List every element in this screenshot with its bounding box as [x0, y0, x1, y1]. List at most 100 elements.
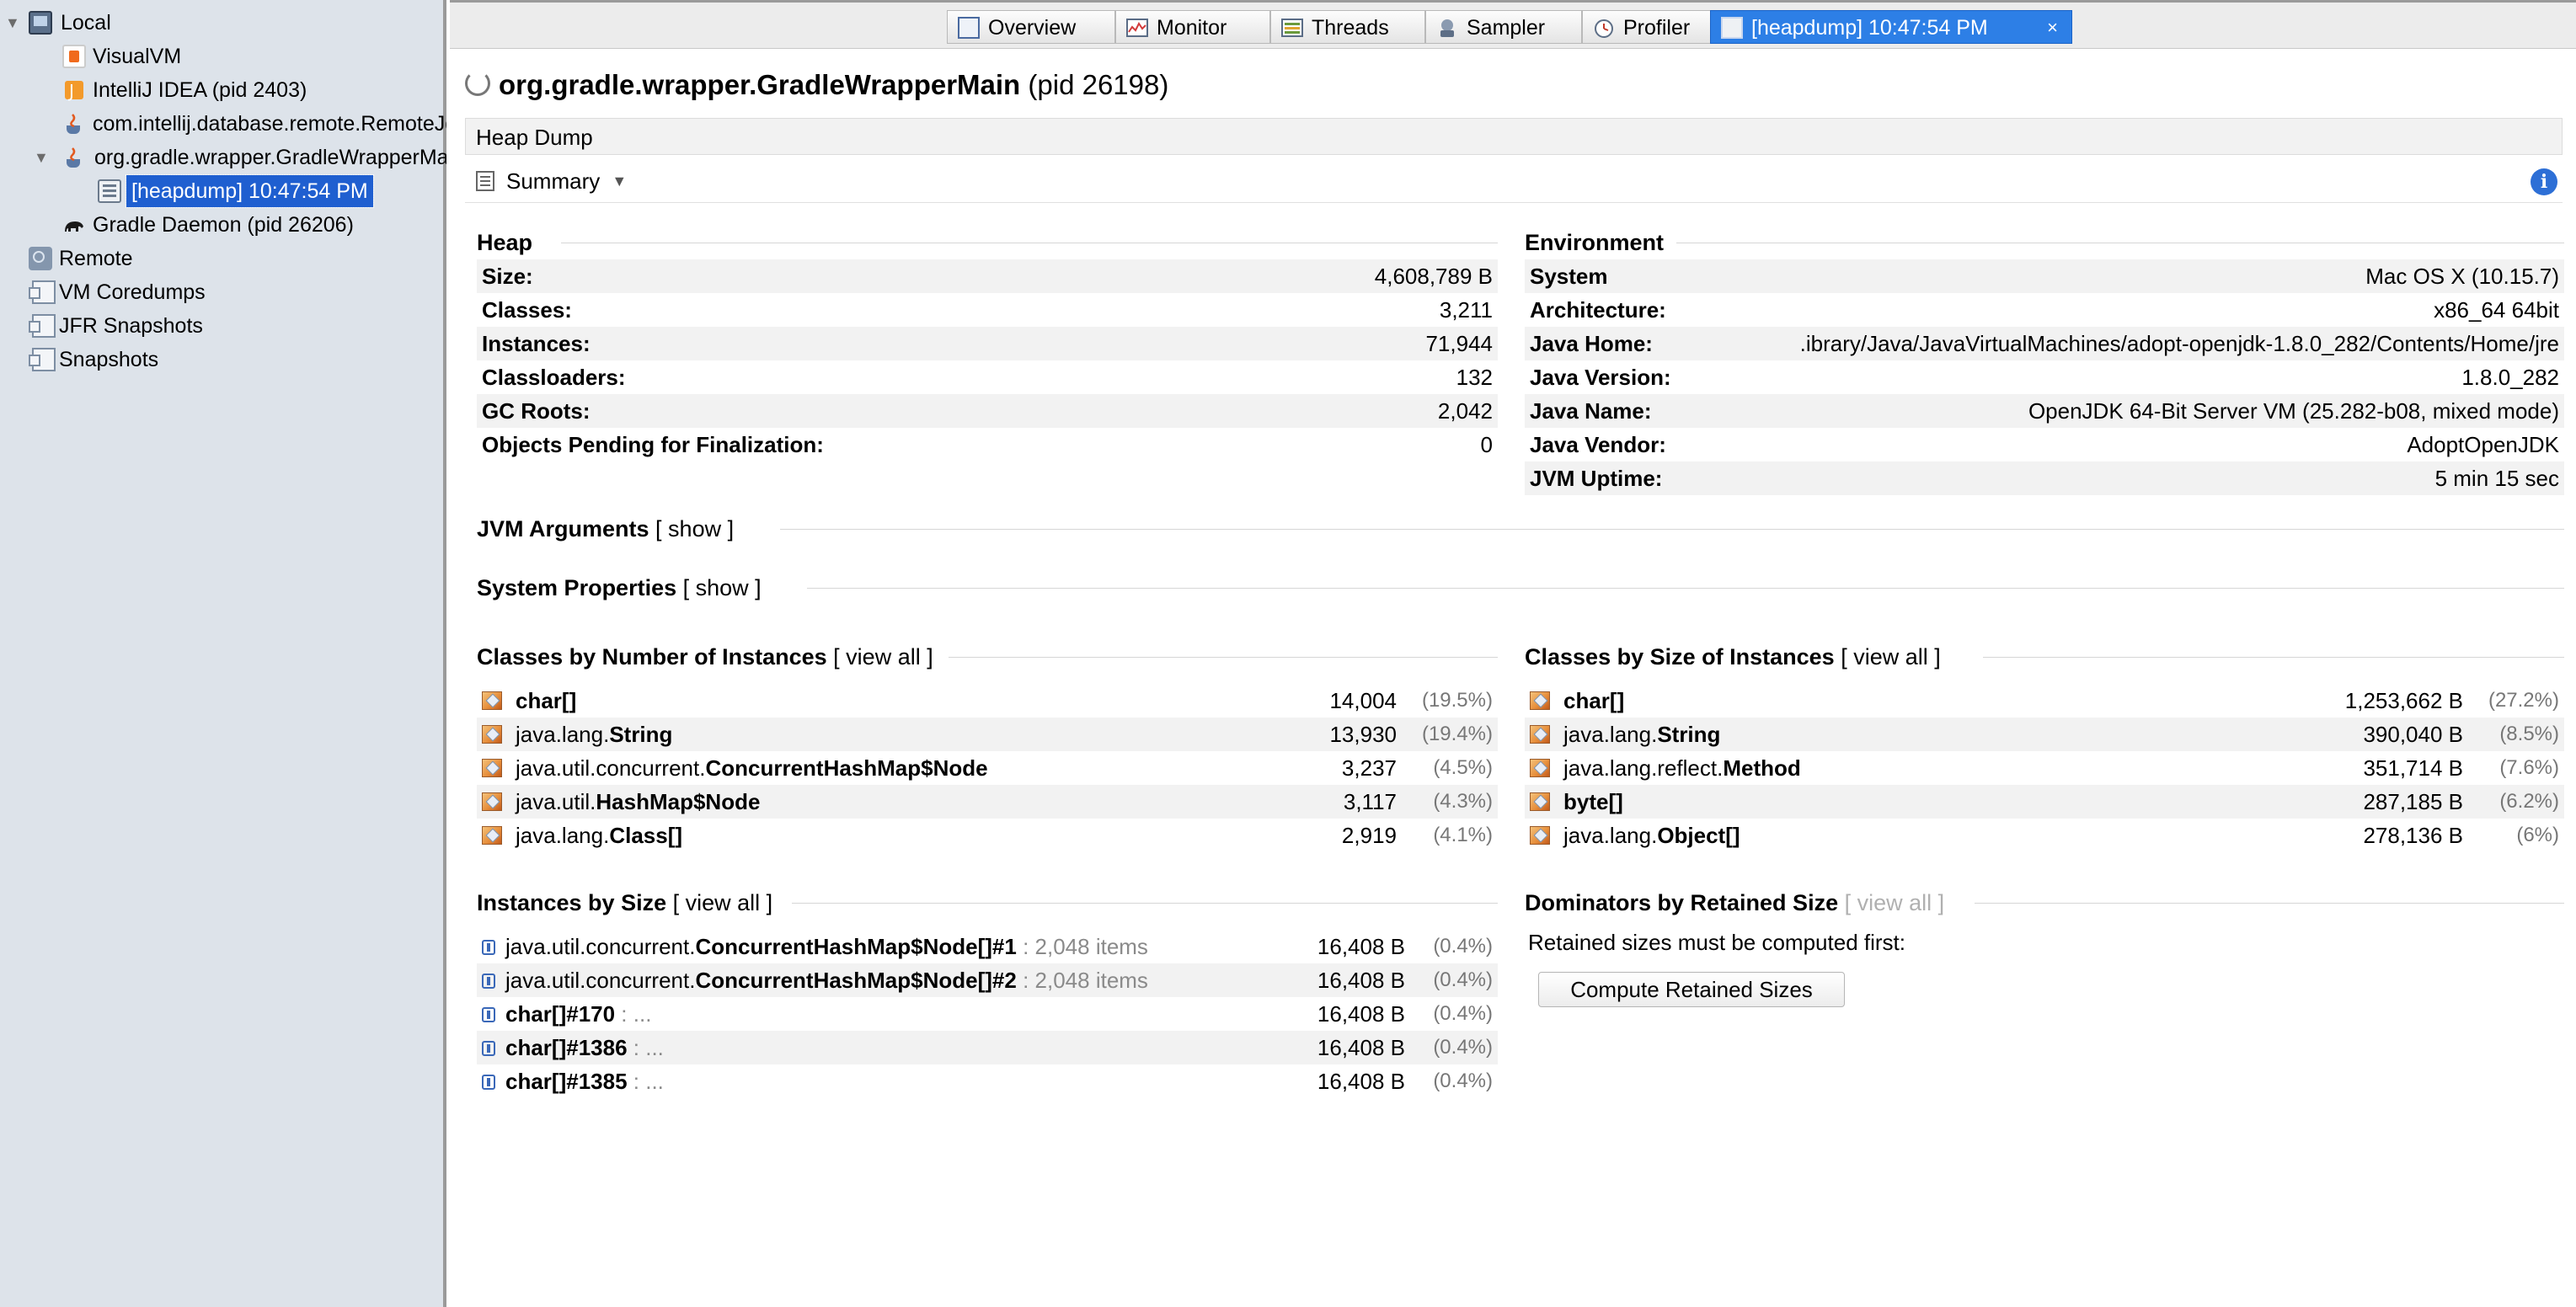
tree-node-vm-coredumps[interactable]: VM Coredumps — [29, 276, 438, 308]
class-row[interactable]: byte[] 287,185 B (6.2%) — [1525, 785, 2564, 819]
gradle-elephant-icon — [65, 221, 83, 232]
classes-by-size-list: char[] 1,253,662 B (27.2%) java.lang.Strin… — [1525, 684, 2564, 852]
section-header: Classes by Number of Instances [ view al… — [477, 640, 1498, 674]
kv-row: Java Home: .ibrary/Java/JavaVirtualMachin… — [1525, 327, 2564, 360]
class-row[interactable]: java.lang.reflect.Method 351,714 B (7.6%) — [1525, 751, 2564, 785]
show-system-properties-link[interactable]: [ show ] — [683, 575, 762, 600]
tree-label: JFR Snapshots — [59, 314, 203, 338]
tree-node-visualvm[interactable]: VisualVM — [62, 40, 438, 72]
tab-threads[interactable]: Threads — [1270, 10, 1425, 44]
tab-close-icon[interactable]: × — [2047, 11, 2058, 45]
loading-spinner-icon — [465, 71, 490, 97]
tab-label: [heapdump] 10:47:54 PM — [1751, 16, 1988, 40]
class-row[interactable]: java.util.HashMap$Node 3,117 (4.3%) — [477, 785, 1498, 819]
tree-node-remote[interactable]: Remote — [29, 243, 438, 275]
view-all-link[interactable]: [ view all ] — [1841, 644, 1941, 670]
class-row[interactable]: java.lang.String 390,040 B (8.5%) — [1525, 718, 2564, 751]
heapdump-icon — [98, 179, 121, 203]
tree-label: IntelliJ IDEA (pid 2403) — [93, 78, 307, 102]
show-jvm-arguments-link[interactable]: [ show ] — [655, 516, 734, 541]
tab-label: Overview — [988, 16, 1077, 40]
summary-label: Summary — [506, 168, 601, 194]
info-icon[interactable]: i — [2531, 168, 2557, 195]
system-properties-section: System Properties [ show ] — [477, 571, 2564, 605]
class-icon — [482, 826, 502, 845]
classes-by-count-list: char[] 14,004 (19.5%) java.lang.String 13,9… — [477, 684, 1498, 852]
tree-node-jfr-snapshots[interactable]: JFR Snapshots — [29, 310, 438, 342]
class-icon — [482, 792, 502, 811]
java-cup-icon — [67, 114, 80, 134]
expand-triangle-icon[interactable]: ▼ — [34, 141, 49, 173]
class-row[interactable]: java.lang.Class[] 2,919 (4.1%) — [477, 819, 1498, 852]
view-all-link[interactable]: [ view all ] — [673, 890, 773, 915]
tab-sampler[interactable]: Sampler — [1425, 10, 1582, 44]
class-row[interactable]: java.lang.Object[] 278,136 B (6%) — [1525, 819, 2564, 852]
class-row[interactable]: java.util.concurrent.ConcurrentHashMap$N… — [477, 751, 1498, 785]
environment-section: Environment System Mac OS X (10.15.7) Arc… — [1525, 226, 2564, 495]
instance-row[interactable]: char[]#170 : ... 16,408 B (0.4%) — [477, 997, 1498, 1031]
summary-view-dropdown[interactable]: Summary ▼ — [465, 163, 634, 199]
computer-icon — [29, 11, 52, 35]
instance-row[interactable]: char[]#1386 : ... 16,408 B (0.4%) — [477, 1031, 1498, 1064]
tree-node-local[interactable]: ▼ Local — [0, 7, 438, 39]
tab-overview[interactable]: Overview — [947, 10, 1115, 44]
profiler-stopwatch-icon — [1595, 19, 1613, 38]
sampler-icon — [1440, 19, 1454, 37]
tree-node-db-remote[interactable]: com.intellij.database.remote.RemoteJdbcS… — [62, 108, 446, 140]
kv-row: Instances: 71,944 — [477, 327, 1498, 360]
kv-row: Java Name: OpenJDK 64-Bit Server VM (25.2… — [1525, 394, 2564, 428]
tree-node-intellij[interactable]: J IntelliJ IDEA (pid 2403) — [62, 74, 438, 106]
remote-host-icon — [29, 247, 52, 270]
class-row[interactable]: java.lang.String 13,930 (19.4%) — [477, 718, 1498, 751]
tree-label: org.gradle.wrapper.GradleWrapperMain (pi… — [94, 146, 446, 169]
chevron-down-icon: ▼ — [612, 173, 628, 189]
tab-monitor[interactable]: Monitor — [1115, 10, 1270, 44]
view-all-link[interactable]: [ view all ] — [833, 644, 933, 670]
section-header: Dominators by Retained Size [ view all ] — [1525, 886, 2564, 920]
section-title: Instances by Size — [477, 890, 667, 915]
tree-label: Snapshots — [59, 348, 159, 371]
class-row[interactable]: char[] 14,004 (19.5%) — [477, 684, 1498, 718]
heapdump-label: Heap Dump — [476, 125, 593, 150]
retained-sizes-note: Retained sizes must be computed first: — [1528, 930, 1905, 955]
kv-row: GC Roots: 2,042 — [477, 394, 1498, 428]
class-icon — [1530, 725, 1550, 744]
process-name: org.gradle.wrapper.GradleWrapperMain — [499, 69, 1021, 100]
kv-row: Classloaders: 132 — [482, 365, 1493, 390]
instance-icon — [482, 1041, 495, 1056]
kv-row: Java Version: 1.8.0_282 — [1530, 365, 2559, 390]
dominators-section: Dominators by Retained Size [ view all ]… — [1525, 886, 2564, 1021]
expand-triangle-icon[interactable]: ▼ — [5, 7, 20, 39]
tree-label: Gradle Daemon (pid 26206) — [93, 213, 354, 237]
instances-by-size-section: Instances by Size [ view all ] java.util… — [477, 886, 1498, 1098]
coredump-icon — [29, 280, 56, 304]
class-row[interactable]: char[] 1,253,662 B (27.2%) — [1525, 684, 2564, 718]
heapdump-icon — [1721, 17, 1743, 39]
section-header: Heap — [477, 226, 1498, 259]
class-icon — [482, 691, 502, 710]
instance-icon — [482, 1007, 495, 1022]
tree-node-gradle-wrapper[interactable]: ▼ org.gradle.wrapper.GradleWrapperMain (… — [34, 141, 446, 173]
java-cup-icon — [67, 147, 80, 168]
kv-row: System Mac OS X (10.15.7) — [1525, 259, 2564, 293]
kv-row: JVM Uptime: 5 min 15 sec — [1525, 461, 2564, 495]
page-title: org.gradle.wrapper.GradleWrapperMain (pi… — [465, 69, 1168, 101]
section-title: Classes by Size of Instances — [1525, 644, 1835, 670]
instance-row[interactable]: java.util.concurrent.ConcurrentHashMap$N… — [477, 930, 1498, 963]
tab-label: Threads — [1312, 16, 1389, 40]
tree-node-heapdump[interactable]: [heapdump] 10:47:54 PM — [98, 174, 438, 208]
tree-label: com.intellij.database.remote.RemoteJdbcS… — [93, 112, 446, 136]
instance-icon — [482, 1075, 495, 1090]
section-title: Classes by Number of Instances — [477, 644, 827, 670]
overview-icon — [958, 17, 980, 39]
class-icon — [482, 725, 502, 744]
instance-row[interactable]: char[]#1385 : ... 16,408 B (0.4%) — [477, 1064, 1498, 1098]
explorer-tree: ▼ Local VisualVM J IntelliJ IDEA (pid 24… — [0, 0, 446, 1307]
instance-icon — [482, 940, 495, 955]
tab-heapdump[interactable]: [heapdump] 10:47:54 PM × — [1710, 10, 2072, 44]
compute-retained-sizes-button[interactable]: Compute Retained Sizes — [1538, 972, 1845, 1007]
tree-node-snapshots[interactable]: Snapshots — [29, 344, 438, 376]
instance-row[interactable]: java.util.concurrent.ConcurrentHashMap$N… — [477, 963, 1498, 997]
classes-by-size-section: Classes by Size of Instances [ view all … — [1525, 640, 2564, 852]
tree-node-gradle-daemon[interactable]: Gradle Daemon (pid 26206) — [62, 209, 438, 241]
